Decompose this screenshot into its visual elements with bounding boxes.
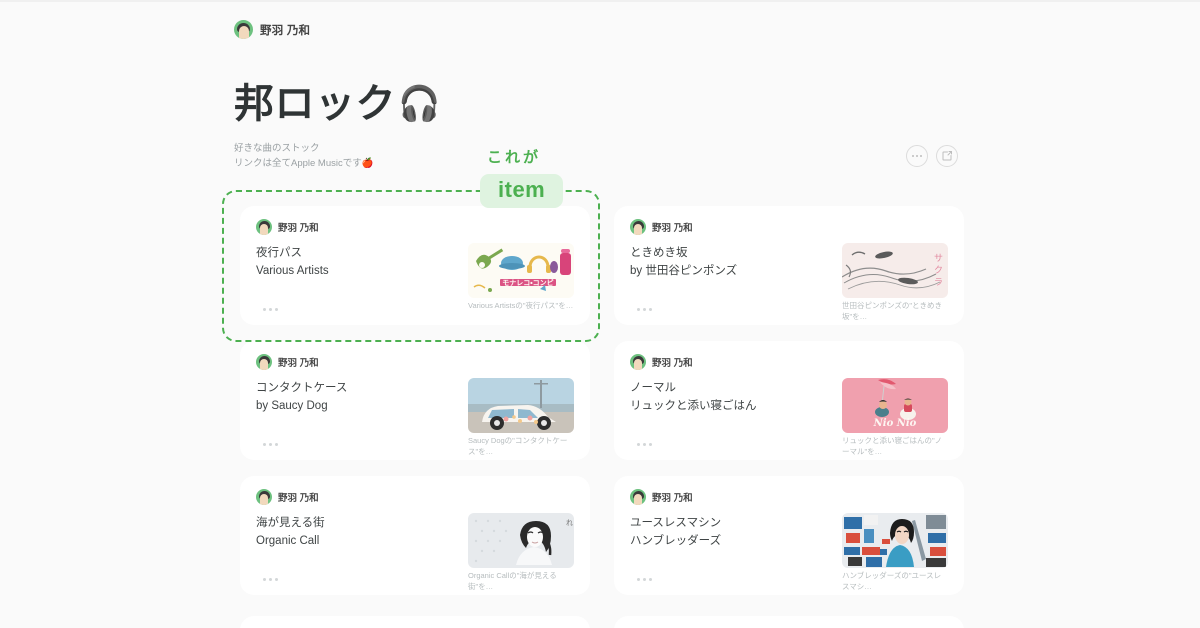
preview-caption: Various Artistsの"夜行パス"を…	[468, 301, 574, 310]
card-text: コンタクトケース by Saucy Dog	[256, 380, 458, 458]
link-preview[interactable]: れ Organic Callの"海が見える街"を…	[468, 513, 574, 593]
card-more-button[interactable]	[263, 308, 278, 311]
preview-caption: ハンブレッダーズの"ユースレスマシ…	[842, 571, 942, 591]
link-preview[interactable]: Saucy Dogの"コンタクトケース"を…	[468, 378, 574, 458]
svg-text:れ: れ	[566, 519, 573, 527]
track-title: ユースレスマシン	[630, 517, 722, 529]
ellipsis-icon	[912, 155, 922, 157]
card-more-button[interactable]	[263, 578, 278, 581]
card-text: ノーマル リュックと添い寝ごはん	[630, 380, 832, 458]
page-description: 好きな曲のストック リンクは全てApple Musicです🍎	[234, 143, 374, 169]
item-card[interactable]	[614, 616, 964, 628]
card-more-button[interactable]	[637, 308, 652, 311]
card-more-button[interactable]	[637, 443, 652, 446]
card-owner-name: 野羽 乃和	[652, 493, 693, 504]
card-body: 夜行パス Various Artists モナレコ・コンピ Various Ar…	[256, 243, 574, 315]
track-title: 夜行パス	[256, 247, 302, 259]
annotation-badge: item	[480, 174, 564, 208]
page-container: 野羽 乃和 邦ロック 🎧 好きな曲のストック リンクは全てApple Music…	[222, 0, 964, 628]
page-title-text: 邦ロック	[234, 82, 396, 126]
card-owner-name: 野羽 乃和	[278, 223, 319, 234]
link-preview[interactable]: ハンブレッダーズの"ユースレスマシ…	[842, 513, 948, 593]
annotation-caption: これが	[487, 149, 542, 166]
share-button[interactable]	[936, 145, 958, 167]
header-actions	[906, 145, 958, 167]
headphones-icon: 🎧	[398, 85, 441, 123]
track-artist: by 世田谷ピンポンズ	[630, 264, 738, 277]
link-preview[interactable]: モナレコ・コンピ Various Artistsの"夜行パス"を…	[468, 243, 574, 315]
card-owner: 野羽 乃和	[630, 354, 948, 370]
card-text: 夜行パス Various Artists	[256, 245, 458, 315]
person-avatar-icon	[256, 354, 272, 370]
card-text: 海が見える街 Organic Call	[256, 515, 458, 593]
monareco-compi-artwork: モナレコ・コンピ	[468, 243, 574, 298]
track-title: ノーマル	[630, 382, 676, 394]
card-text: ユースレスマシン ハンブレッダーズ	[630, 515, 832, 593]
person-avatar-icon	[630, 489, 646, 505]
person-avatar-icon	[256, 219, 272, 235]
preview-caption: Organic Callの"海が見える街"を…	[468, 571, 557, 591]
person-avatar-icon	[234, 20, 253, 39]
card-owner: 野羽 乃和	[630, 219, 948, 235]
share-export-icon	[942, 151, 952, 161]
item-card[interactable]: 野羽 乃和 コンタクトケース by Saucy Dog Saucy Dogの"コ…	[240, 341, 590, 460]
item-card[interactable]: 野羽 乃和 夜行パス Various Artists モナレコ・コンピ Vari…	[240, 206, 590, 325]
card-body: ノーマル リュックと添い寝ごはん Nio Nio リュックと添い寝ごはんの"ノー…	[630, 378, 948, 458]
track-artist: by Saucy Dog	[256, 399, 328, 412]
svg-text:Nio Nio: Nio Nio	[873, 418, 917, 429]
track-title: ときめき坂	[630, 247, 688, 259]
owner-name: 野羽 乃和	[260, 24, 311, 37]
track-title: コンタクトケース	[256, 382, 348, 394]
item-grid-next-row	[240, 616, 964, 628]
person-avatar-icon	[630, 354, 646, 370]
card-owner-name: 野羽 乃和	[278, 493, 319, 504]
page-title: 邦ロック 🎧	[234, 82, 441, 126]
card-owner-name: 野羽 乃和	[652, 223, 693, 234]
svg-text:サ: サ	[934, 253, 943, 264]
track-artist: Various Artists	[256, 264, 329, 277]
card-owner: 野羽 乃和	[630, 489, 948, 505]
item-card[interactable]: 野羽 乃和 ときめき坂 by 世田谷ピンポンズ サ ク ラ 世田谷ピンポンズの"…	[614, 206, 964, 325]
item-card[interactable]: 野羽 乃和 ユースレスマシン ハンブレッダーズ ハンブレッダーズの"ユースレスマ…	[614, 476, 964, 595]
nio-nio-pink-artwork: Nio Nio	[842, 378, 948, 433]
person-avatar-icon	[630, 219, 646, 235]
card-more-button[interactable]	[263, 443, 278, 446]
card-body: ユースレスマシン ハンブレッダーズ ハンブレッダーズの"ユースレスマシ…	[630, 513, 948, 593]
card-text: ときめき坂 by 世田谷ピンポンズ	[630, 245, 832, 323]
track-artist: Organic Call	[256, 534, 320, 547]
track-artist: ハンブレッダーズ	[630, 534, 722, 547]
more-options-button[interactable]	[906, 145, 928, 167]
card-owner: 野羽 乃和	[256, 354, 574, 370]
card-body: コンタクトケース by Saucy Dog Saucy Dogの"コンタクトケー…	[256, 378, 574, 458]
saucy-dog-van-artwork	[468, 378, 574, 433]
card-owner-name: 野羽 乃和	[278, 358, 319, 369]
tokimeki-zaka-artwork: サ ク ラ	[842, 243, 948, 298]
preview-caption: 世田谷ピンポンズの"ときめき坂"を…	[842, 301, 943, 321]
card-owner: 野羽 乃和	[256, 489, 574, 505]
svg-text:モナレコ・コンピ: モナレコ・コンピ	[502, 278, 553, 287]
item-card[interactable]	[240, 616, 590, 628]
svg-text:ラ: ラ	[934, 277, 943, 288]
card-owner: 野羽 乃和	[256, 219, 574, 235]
link-preview[interactable]: サ ク ラ 世田谷ピンポンズの"ときめき坂"を…	[842, 243, 948, 323]
person-avatar-icon	[256, 489, 272, 505]
page-owner[interactable]: 野羽 乃和	[234, 20, 310, 39]
card-owner-name: 野羽 乃和	[652, 358, 693, 369]
card-more-button[interactable]	[637, 578, 652, 581]
card-body: 海が見える街 Organic Call れ Organic Callの"海が見え…	[256, 513, 574, 593]
svg-text:ク: ク	[934, 265, 943, 276]
link-preview[interactable]: Nio Nio リュックと添い寝ごはんの"ノーマル"を…	[842, 378, 948, 458]
item-grid: 野羽 乃和 夜行パス Various Artists モナレコ・コンピ Vari…	[240, 206, 964, 595]
preview-caption: Saucy Dogの"コンタクトケース"を…	[468, 436, 568, 456]
track-title: 海が見える街	[256, 517, 325, 529]
preview-caption: リュックと添い寝ごはんの"ノーマル"を…	[842, 436, 943, 456]
humbreaders-artwork	[842, 513, 948, 568]
card-body: ときめき坂 by 世田谷ピンポンズ サ ク ラ 世田谷ピンポンズの"ときめき坂"…	[630, 243, 948, 323]
item-card[interactable]: 野羽 乃和 海が見える街 Organic Call れ Organic Call…	[240, 476, 590, 595]
organic-call-girl-artwork: れ	[468, 513, 574, 568]
item-card[interactable]: 野羽 乃和 ノーマル リュックと添い寝ごはん Nio Nio リュックと添い寝ご…	[614, 341, 964, 460]
track-artist: リュックと添い寝ごはん	[630, 399, 757, 412]
